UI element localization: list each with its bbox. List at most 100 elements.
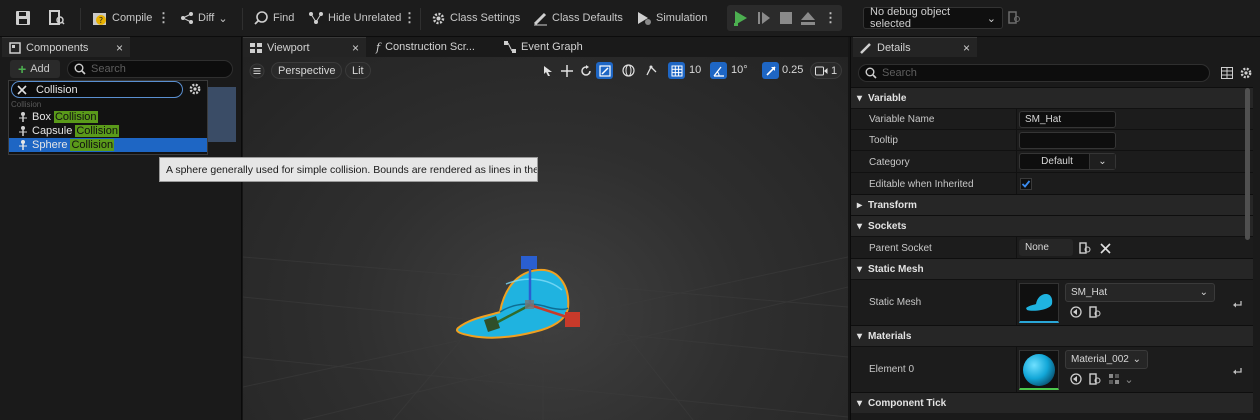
scale-mode-icon[interactable]	[596, 62, 613, 79]
details-search-input[interactable]: Search	[858, 64, 1210, 82]
lit-button[interactable]: Lit	[345, 62, 371, 79]
viewport-tab-label: Viewport	[267, 41, 310, 54]
row-static-mesh: Static Mesh SM_Hat ⌄	[851, 279, 1253, 325]
components-tab-label: Components	[26, 41, 89, 54]
list-item-box-collision[interactable]: Box Collision	[9, 110, 207, 124]
static-mesh-thumbnail[interactable]	[1019, 283, 1059, 323]
scale-snap-value[interactable]: 0.25	[782, 64, 803, 76]
browse-socket-icon[interactable]	[1078, 241, 1092, 255]
tab-details[interactable]: Details ×	[853, 37, 977, 57]
stop-icon[interactable]	[779, 11, 793, 25]
row-parent-socket: Parent Socket None	[851, 236, 1253, 258]
camera-speed-button[interactable]: 1	[810, 62, 843, 79]
use-selected-icon[interactable]	[1069, 305, 1083, 319]
property-matrix-icon[interactable]	[1221, 67, 1233, 79]
scale-snap-icon[interactable]	[762, 62, 779, 79]
play-icon[interactable]	[733, 10, 749, 26]
section-static-mesh[interactable]: ▾ Static Mesh	[851, 258, 1253, 279]
material-options-icon[interactable]	[1107, 372, 1121, 386]
hide-unrelated-button[interactable]: Hide Unrelated	[308, 8, 401, 28]
camera-icon	[815, 66, 828, 75]
compile-label: Compile	[112, 12, 153, 24]
search-icon	[74, 63, 86, 75]
section-variable[interactable]: ▾ Variable	[851, 87, 1253, 108]
static-mesh-combo[interactable]: SM_Hat ⌄	[1065, 283, 1215, 302]
variable-name-field[interactable]: SM_Hat	[1019, 111, 1116, 128]
tooltip-field[interactable]	[1019, 132, 1116, 149]
save-icon[interactable]	[14, 8, 32, 28]
perspective-button[interactable]: Perspective	[271, 62, 343, 79]
viewport-canvas[interactable]: Perspective Lit 10 10° 0.25 1	[243, 57, 848, 420]
list-item-sphere-collision[interactable]: Sphere Collision	[9, 138, 207, 152]
section-transform[interactable]: ▸ Transform	[851, 194, 1253, 215]
translate-mode-icon[interactable]	[558, 62, 575, 79]
list-item-capsule-collision[interactable]: Capsule Collision	[9, 124, 207, 138]
grid-snap-icon[interactable]	[668, 62, 685, 79]
browse-asset-icon[interactable]	[1088, 372, 1102, 386]
chevron-down-icon: ⌄	[986, 12, 996, 25]
clear-socket-icon[interactable]	[1098, 241, 1112, 255]
search-placeholder: Search	[91, 63, 126, 75]
simulation-button[interactable]: Simulation	[636, 8, 707, 28]
diff-button[interactable]: Diff ⌄	[180, 8, 228, 28]
tab-construction-script[interactable]: f Construction Scr...	[369, 37, 495, 57]
element0-label: Element 0	[869, 364, 915, 375]
class-settings-button[interactable]: Class Settings	[431, 8, 520, 28]
filter-settings-icon[interactable]	[188, 82, 202, 96]
details-settings-icon[interactable]	[1239, 66, 1253, 80]
clear-icon[interactable]	[16, 84, 28, 96]
parent-socket-value[interactable]: None	[1019, 239, 1073, 256]
row-category: Category Default ⌄	[851, 150, 1253, 172]
editable-inherited-checkbox[interactable]	[1020, 178, 1032, 190]
debug-browse-icon[interactable]	[1008, 11, 1022, 25]
select-mode-icon[interactable]	[539, 62, 556, 79]
material-thumbnail[interactable]	[1019, 350, 1059, 390]
expand-arrow-icon: ▾	[857, 263, 863, 275]
find-icon	[254, 10, 268, 25]
reset-to-default-icon[interactable]	[1230, 363, 1244, 377]
close-icon[interactable]: ×	[116, 41, 123, 55]
browse-icon[interactable]	[48, 8, 66, 28]
add-component-button[interactable]: + Add	[10, 60, 60, 78]
category-combo[interactable]: Default ⌄	[1019, 153, 1116, 170]
section-materials[interactable]: ▾ Materials	[851, 325, 1253, 346]
component-filter-input[interactable]: Collision	[11, 81, 183, 98]
eject-icon[interactable]	[800, 10, 816, 26]
play-controls: ⋮	[727, 5, 842, 31]
viewport-menu-icon[interactable]	[248, 62, 265, 79]
rotation-snap-icon[interactable]	[710, 62, 727, 79]
details-tab-label: Details	[877, 41, 911, 54]
reset-to-default-icon[interactable]	[1230, 296, 1244, 310]
rotation-snap-value[interactable]: 10°	[731, 64, 748, 76]
class-defaults-button[interactable]: Class Defaults	[533, 8, 623, 28]
compile-button[interactable]: ? Compile	[92, 8, 152, 28]
compile-options-icon[interactable]: ⋮	[157, 8, 170, 28]
chevron-down-icon[interactable]: ⌄	[1122, 372, 1136, 386]
close-icon[interactable]: ×	[963, 41, 970, 55]
section-sockets[interactable]: ▾ Sockets	[851, 215, 1253, 236]
editable-inherited-label: Editable when Inherited	[869, 179, 974, 190]
surface-snap-icon[interactable]	[643, 62, 660, 79]
tab-event-graph[interactable]: Event Graph	[497, 37, 617, 57]
find-button[interactable]: Find	[254, 8, 294, 28]
world-local-icon[interactable]	[620, 62, 637, 79]
close-icon[interactable]: ×	[352, 41, 359, 55]
use-selected-icon[interactable]	[1069, 372, 1083, 386]
main-toolbar: ? Compile ⋮ Diff ⌄ Find Hide Unrelated ⋮…	[0, 0, 1260, 37]
hide-unrelated-label: Hide Unrelated	[328, 12, 402, 24]
debug-object-select[interactable]: No debug object selected ⌄	[863, 6, 1003, 30]
browse-asset-icon[interactable]	[1088, 305, 1102, 319]
material-combo[interactable]: Material_002 ⌄	[1065, 350, 1148, 369]
hide-unrelated-options-icon[interactable]: ⋮	[403, 8, 416, 28]
rotate-mode-icon[interactable]	[577, 62, 594, 79]
details-scrollbar[interactable]	[1245, 88, 1250, 240]
tab-components[interactable]: Components ×	[2, 37, 130, 57]
components-search-input[interactable]: Search	[67, 60, 233, 78]
hat-thumbnail-icon	[1026, 293, 1053, 311]
grid-snap-value[interactable]: 10	[689, 64, 701, 76]
play-options-icon[interactable]: ⋮	[824, 10, 837, 26]
chevron-down-icon: ⌄	[1089, 154, 1115, 169]
section-component-tick[interactable]: ▾ Component Tick	[851, 392, 1253, 413]
tab-viewport[interactable]: Viewport ×	[243, 37, 366, 57]
step-icon[interactable]	[756, 10, 772, 26]
